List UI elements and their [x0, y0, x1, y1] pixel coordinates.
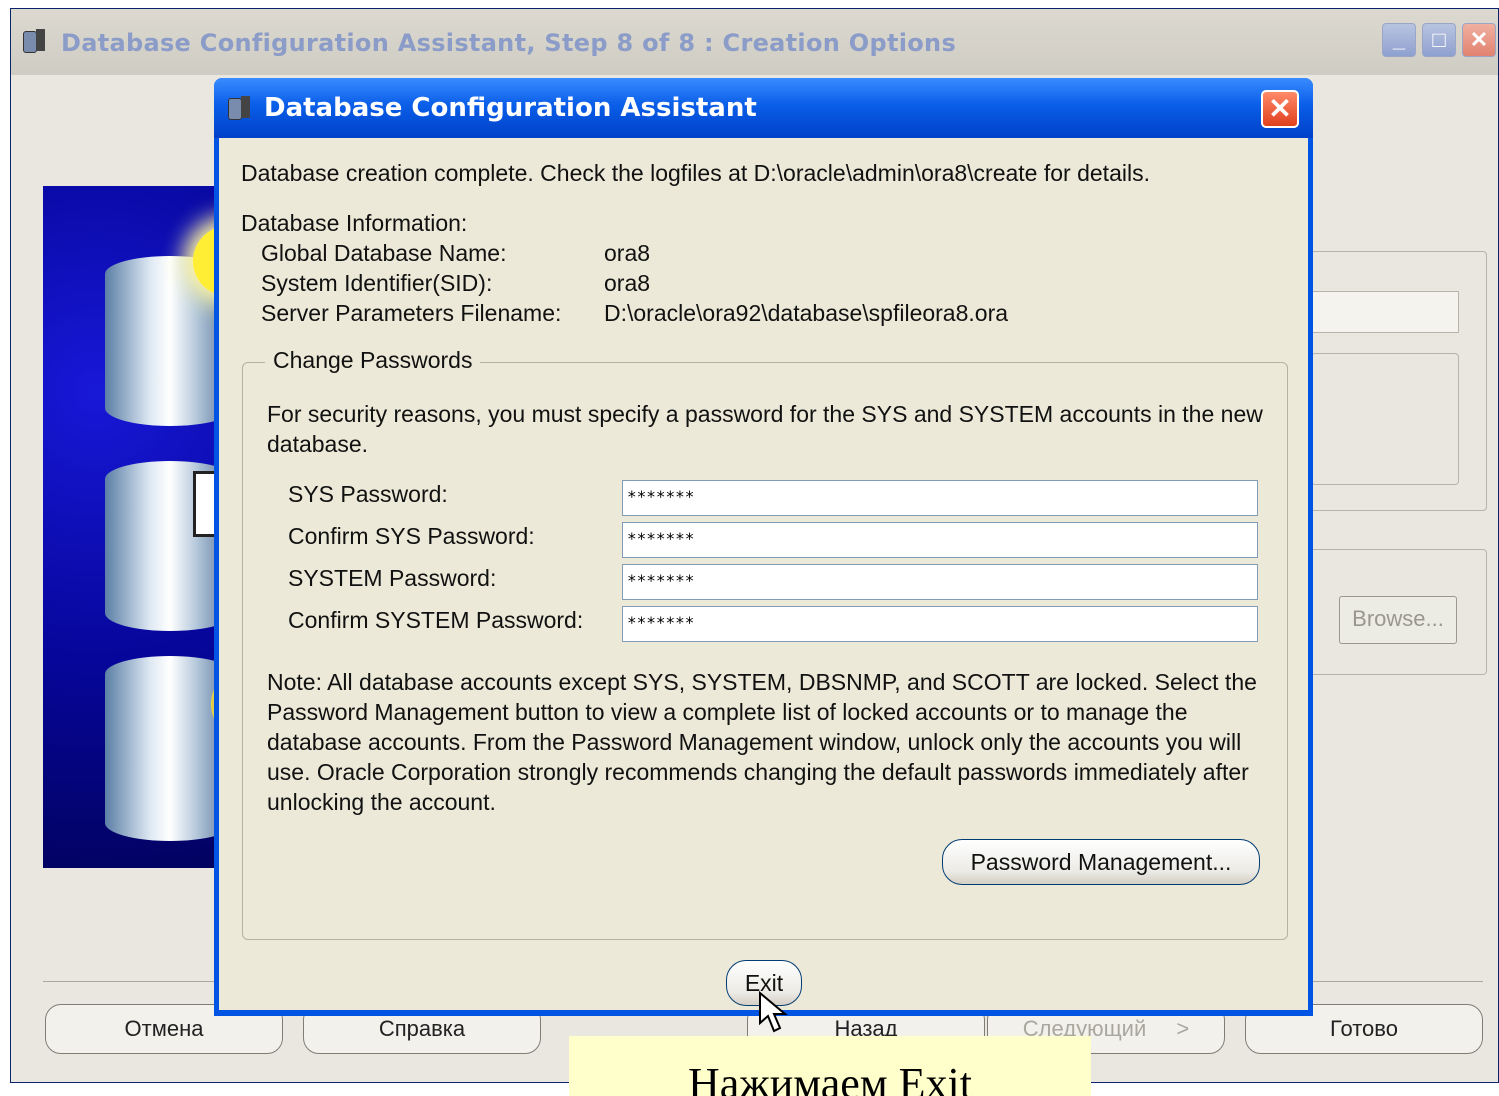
sys-password-label: SYS Password: — [288, 481, 448, 507]
background-panel — [1311, 353, 1459, 485]
info-value-sid: ora8 — [604, 270, 651, 296]
database-app-icon — [228, 96, 252, 120]
system-password-input[interactable]: ******* — [622, 564, 1258, 600]
password-management-button[interactable]: Password Management... — [942, 839, 1260, 885]
info-label-sid: System Identifier(SID): — [261, 270, 493, 296]
wizard-title: Database Configuration Assistant, Step 8… — [61, 29, 957, 57]
minimize-icon[interactable]: _ — [1382, 23, 1416, 57]
wizard-illustration — [43, 186, 263, 868]
confirm-sys-password-label: Confirm SYS Password: — [288, 523, 535, 549]
dialog-title: Database Configuration Assistant — [264, 93, 757, 123]
close-icon[interactable]: ✕ — [1462, 23, 1496, 57]
dialog-title-bar: Database Configuration Assistant ✕ — [214, 78, 1313, 138]
info-heading: Database Information: — [241, 210, 468, 236]
change-passwords-group: Change Passwords For security reasons, y… — [242, 347, 1288, 940]
slide-caption: Нажимаем Exit — [569, 1036, 1091, 1096]
next-arrow-icon: > — [1176, 1016, 1190, 1041]
change-passwords-legend: Change Passwords — [265, 347, 481, 374]
system-password-label: SYSTEM Password: — [288, 565, 497, 591]
mouse-cursor-icon — [759, 991, 788, 1033]
confirm-system-password-label: Confirm SYSTEM Password: — [288, 607, 584, 633]
confirm-system-password-input[interactable]: ******* — [622, 606, 1258, 642]
info-label-spfile: Server Parameters Filename: — [261, 300, 562, 326]
completion-message: Database creation complete. Check the lo… — [241, 160, 1150, 186]
confirm-sys-password-input[interactable]: ******* — [622, 522, 1258, 558]
sys-password-input[interactable]: ******* — [622, 480, 1258, 516]
dialog-close-icon[interactable]: ✕ — [1261, 90, 1299, 128]
completion-dialog: Database Configuration Assistant ✕ Datab… — [214, 78, 1313, 1016]
info-value-global-name: ora8 — [604, 240, 651, 266]
wizard-title-bar: Database Configuration Assistant, Step 8… — [11, 9, 1498, 75]
security-intro: For security reasons, you must specify a… — [267, 401, 1263, 457]
info-label-global-name: Global Database Name: — [261, 240, 507, 266]
info-value-spfile: D:\oracle\ora92\database\spfileora8.ora — [604, 300, 1009, 326]
database-app-icon — [23, 29, 47, 53]
locked-accounts-note: Note: All database accounts except SYS, … — [267, 669, 1257, 815]
maximize-icon[interactable]: □ — [1422, 23, 1456, 57]
dialog-body: Database creation complete. Check the lo… — [219, 138, 1308, 1010]
background-input — [1311, 291, 1459, 333]
browse-button[interactable]: Browse... — [1339, 596, 1457, 644]
